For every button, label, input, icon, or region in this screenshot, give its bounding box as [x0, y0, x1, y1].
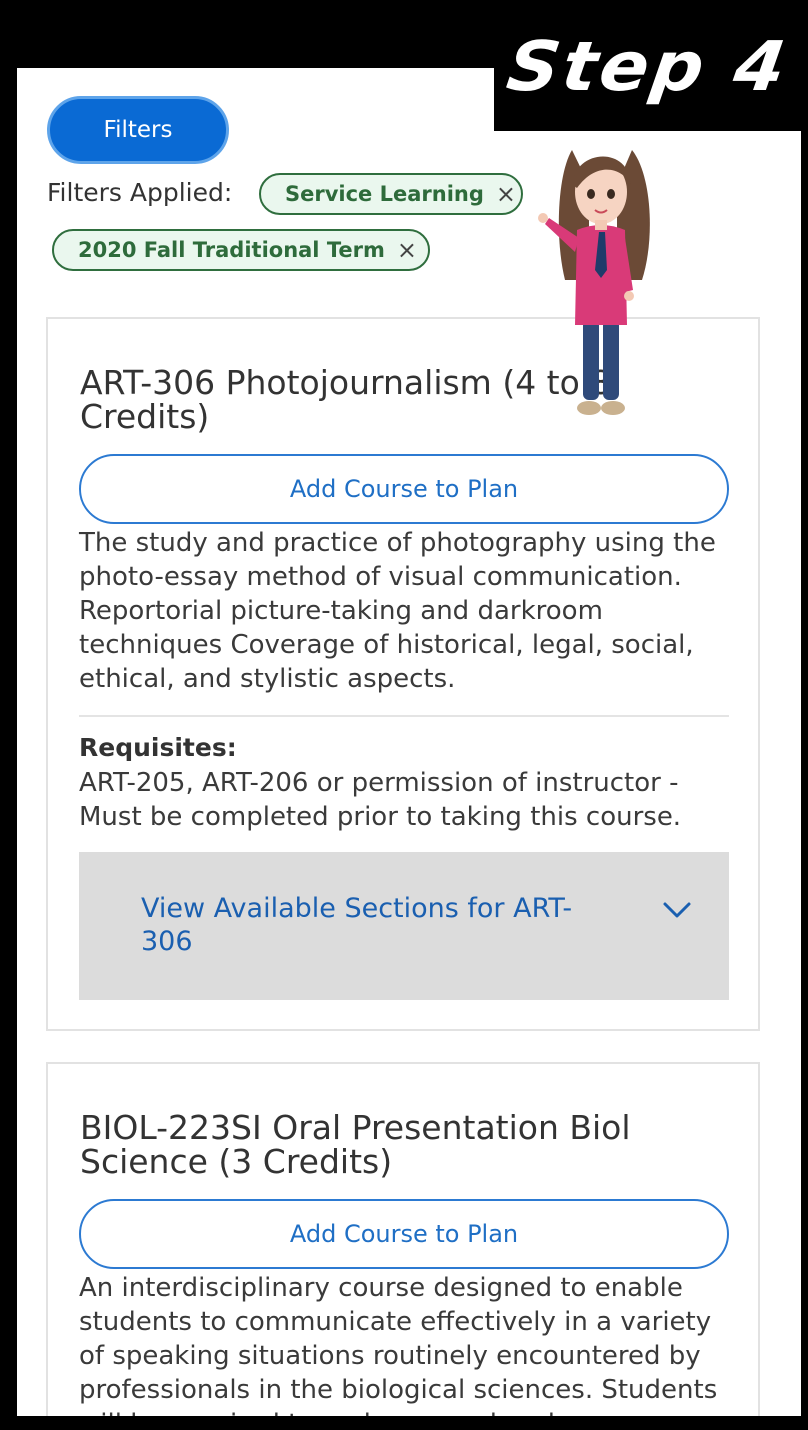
divider: [79, 715, 729, 717]
requisites-text: ART-205, ART-206 or permission of instru…: [79, 768, 682, 832]
course-catalog-screen: Filters Filters Applied: Service Learnin…: [17, 68, 801, 1416]
filter-chip-label: Service Learning: [285, 182, 484, 206]
close-icon[interactable]: ×: [397, 236, 417, 264]
add-course-button[interactable]: Add Course to Plan: [79, 454, 729, 524]
course-description: The study and practice of photography us…: [79, 528, 716, 694]
course-card: BIOL-223SI Oral Presentation Biol Scienc…: [46, 1062, 760, 1416]
chevron-down-icon: [663, 902, 691, 918]
filter-chip-label: 2020 Fall Traditional Term: [78, 238, 385, 262]
course-description: An interdisciplinary course designed to …: [79, 1273, 718, 1416]
filter-chip-term[interactable]: 2020 Fall Traditional Term ×: [52, 229, 430, 271]
close-icon[interactable]: ×: [496, 180, 516, 208]
view-sections-label: View Available Sections for ART-306: [141, 893, 573, 957]
step-label: Step 4: [502, 26, 794, 106]
avatar-character: [538, 150, 650, 415]
requisites-label: Requisites:: [79, 733, 237, 762]
filter-chip-service-learning[interactable]: Service Learning ×: [259, 173, 523, 215]
add-course-button[interactable]: Add Course to Plan: [79, 1199, 729, 1269]
view-sections-toggle[interactable]: View Available Sections for ART-306: [79, 852, 729, 1000]
course-title: BIOL-223SI Oral Presentation Biol Scienc…: [80, 1108, 631, 1181]
filters-button[interactable]: Filters: [47, 96, 229, 164]
filters-applied-label: Filters Applied:: [47, 178, 233, 207]
